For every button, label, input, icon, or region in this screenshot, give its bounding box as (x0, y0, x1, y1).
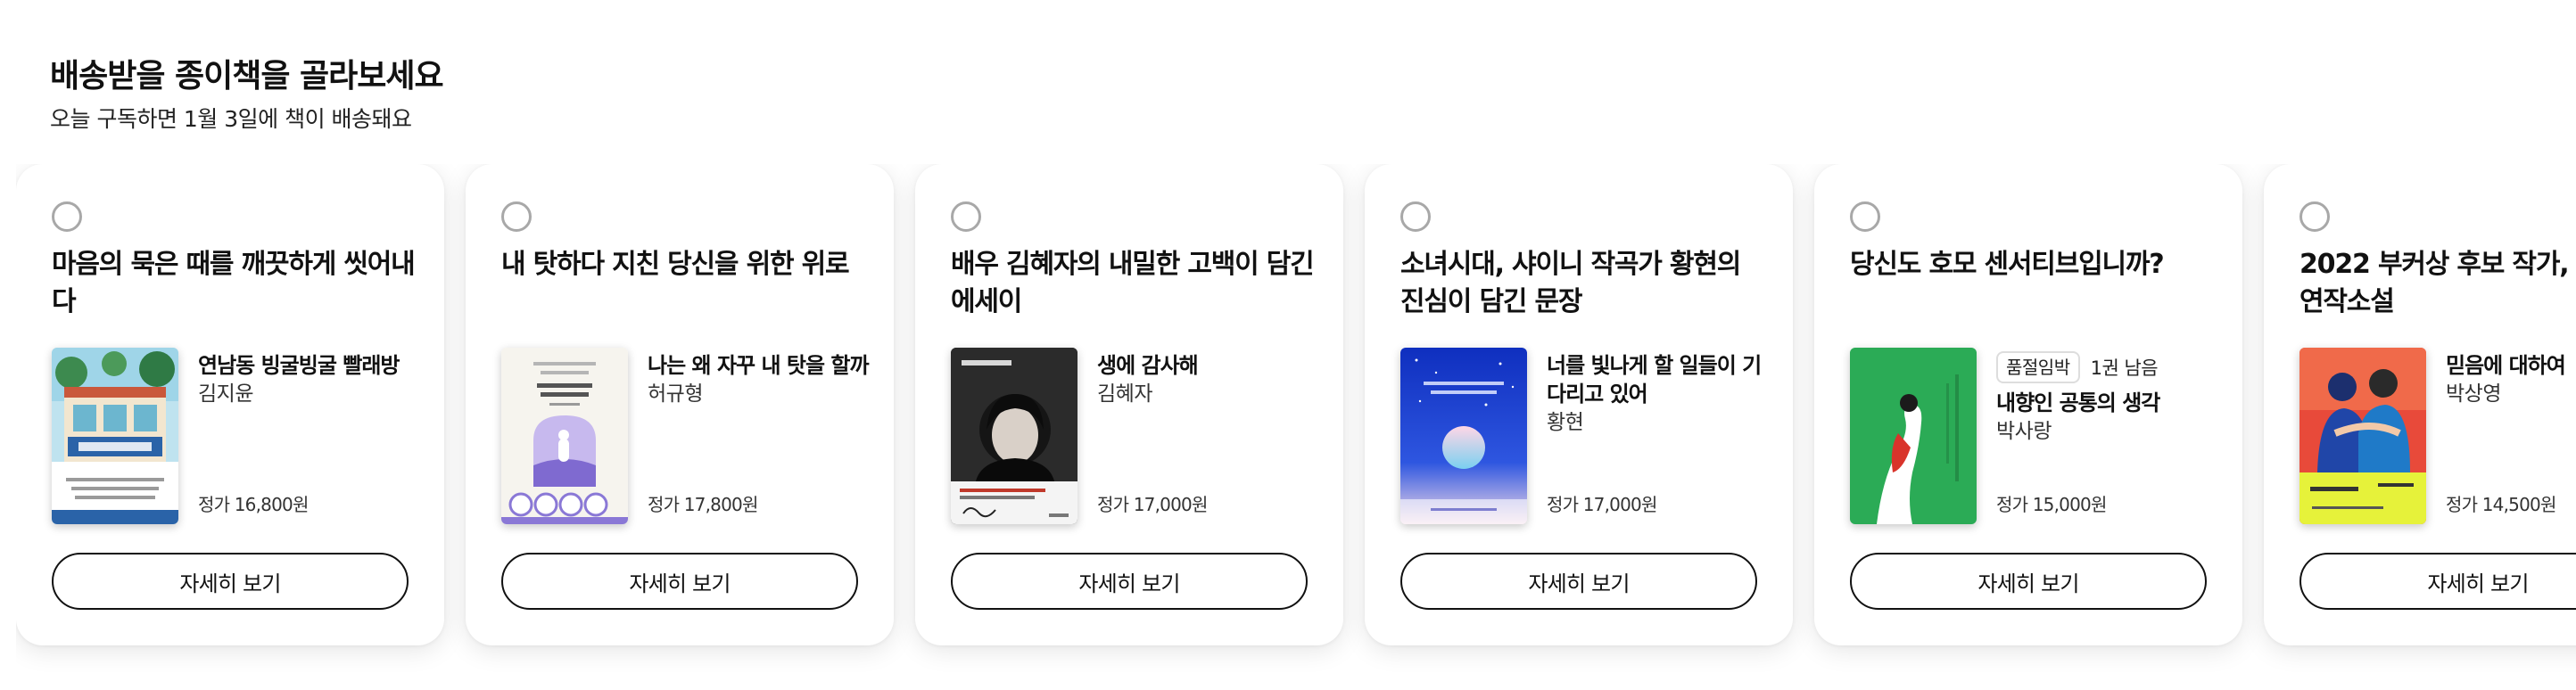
book-info: 나는 왜 자꾸 내 탓을 할까 허규형 (648, 351, 879, 408)
book-info: 생에 감사해 김혜자 (1097, 351, 1329, 408)
book-title: 너를 빛나게 할 일들이 기다리고 있어 (1547, 353, 1762, 407)
book-price: 정가 17,800원 (648, 494, 758, 515)
select-radio[interactable] (2299, 201, 2330, 232)
card-headline: 소녀시대, 샤이니 작곡가 황현의 진심이 담긴 문장 (1400, 249, 1741, 317)
card-headline: 마음의 묵은 때를 깨끗하게 씻어내다 (52, 249, 416, 317)
book-card[interactable]: 마음의 묵은 때를 깨끗하게 씻어내다 연남동 빙굴빙굴 빨래방 김지윤 정가 … (16, 164, 444, 645)
book-author: 박사랑 (1996, 420, 2052, 443)
section-header: 배송받을 종이책을 골라보세요 오늘 구독하면 1월 3일에 책이 배송돼요 (50, 55, 444, 136)
book-price: 정가 17,000원 (1547, 494, 1657, 515)
book-author: 황현 (1547, 411, 1584, 434)
book-price: 정가 17,000원 (1097, 494, 1208, 515)
book-author: 김혜자 (1097, 382, 1152, 406)
book-cover-green-figure-icon (1850, 348, 1977, 524)
book-title: 연남동 빙굴빙굴 빨래방 (198, 353, 400, 378)
section-title: 배송받을 종이책을 골라보세요 (50, 58, 444, 94)
stock-count: 1권 남음 (2090, 357, 2159, 379)
book-card[interactable]: 내 탓하다 지친 당신을 위한 위로 나는 왜 자꾸 내 탓을 할까 허규형 정… (466, 164, 894, 645)
book-price: 정가 15,000원 (1996, 494, 2107, 515)
book-cover-laundromat-illustration-icon (52, 348, 178, 524)
book-author: 김지윤 (198, 382, 253, 406)
book-price: 정가 14,500원 (2446, 494, 2556, 515)
book-cover-portrait-photo-icon (951, 348, 1077, 524)
book-author: 허규형 (648, 382, 703, 406)
book-info: 품절임박 1권 남음 내향인 공통의 생각 박사랑 (1996, 351, 2228, 446)
view-details-button[interactable]: 자세히 보기 (501, 553, 858, 610)
select-radio[interactable] (951, 201, 981, 232)
book-card[interactable]: 배우 김혜자의 내밀한 고백이 담긴 에세이 생에 감사해 김혜자 정가 17,… (915, 164, 1343, 645)
delivery-date-subtitle: 오늘 구독하면 1월 3일에 책이 배송돼요 (50, 106, 412, 132)
card-headline: 2022 부커상 후보 작가, 박상영 연작소설 (2299, 249, 2576, 317)
card-headline: 내 탓하다 지친 당신을 위한 위로 (501, 249, 850, 280)
view-details-button[interactable]: 자세히 보기 (1850, 553, 2207, 610)
book-price: 정가 16,800원 (198, 494, 309, 515)
view-details-button[interactable]: 자세히 보기 (951, 553, 1308, 610)
stock-status: 품절임박 1권 남음 (1996, 351, 2228, 383)
book-title: 믿음에 대하여 (2446, 353, 2566, 378)
card-headline: 배우 김혜자의 내밀한 고백이 담긴 에세이 (951, 249, 1315, 317)
book-info: 믿음에 대하여 박상영 (2446, 351, 2576, 408)
book-title: 나는 왜 자꾸 내 탓을 할까 (648, 353, 870, 378)
book-title: 내향인 공통의 생각 (1996, 390, 2160, 415)
view-details-button[interactable]: 자세히 보기 (52, 553, 409, 610)
book-cover-night-sky-icon (1400, 348, 1527, 524)
select-radio[interactable] (1850, 201, 1880, 232)
book-cover-embracing-couple-icon (2299, 348, 2426, 524)
book-card[interactable]: 당신도 호모 센서티브입니까? 품절임박 1권 남음 내향인 공통의 생각 박사… (1814, 164, 2242, 645)
book-cover-lavender-field-icon (501, 348, 628, 524)
select-radio[interactable] (501, 201, 532, 232)
select-radio[interactable] (52, 201, 82, 232)
view-details-button[interactable]: 자세히 보기 (2299, 553, 2576, 610)
low-stock-badge: 품절임박 (1996, 351, 2080, 383)
book-author: 박상영 (2446, 382, 2501, 406)
book-card[interactable]: 소녀시대, 샤이니 작곡가 황현의 진심이 담긴 문장 너를 빛나게 할 일들이… (1365, 164, 1793, 645)
select-radio[interactable] (1400, 201, 1431, 232)
book-info: 너를 빛나게 할 일들이 기다리고 있어 황현 (1547, 351, 1779, 437)
book-info: 연남동 빙굴빙굴 빨래방 김지윤 (198, 351, 430, 408)
book-card[interactable]: 2022 부커상 후보 작가, 박상영 연작소설 믿음에 대하여 박상영 정가 … (2264, 164, 2576, 645)
view-details-button[interactable]: 자세히 보기 (1400, 553, 1757, 610)
card-headline: 당신도 호모 센서티브입니까? (1850, 249, 2165, 280)
book-title: 생에 감사해 (1097, 353, 1199, 378)
book-carousel[interactable]: 마음의 묵은 때를 깨끗하게 씻어내다 연남동 빙굴빙굴 빨래방 김지윤 정가 … (16, 164, 2576, 690)
